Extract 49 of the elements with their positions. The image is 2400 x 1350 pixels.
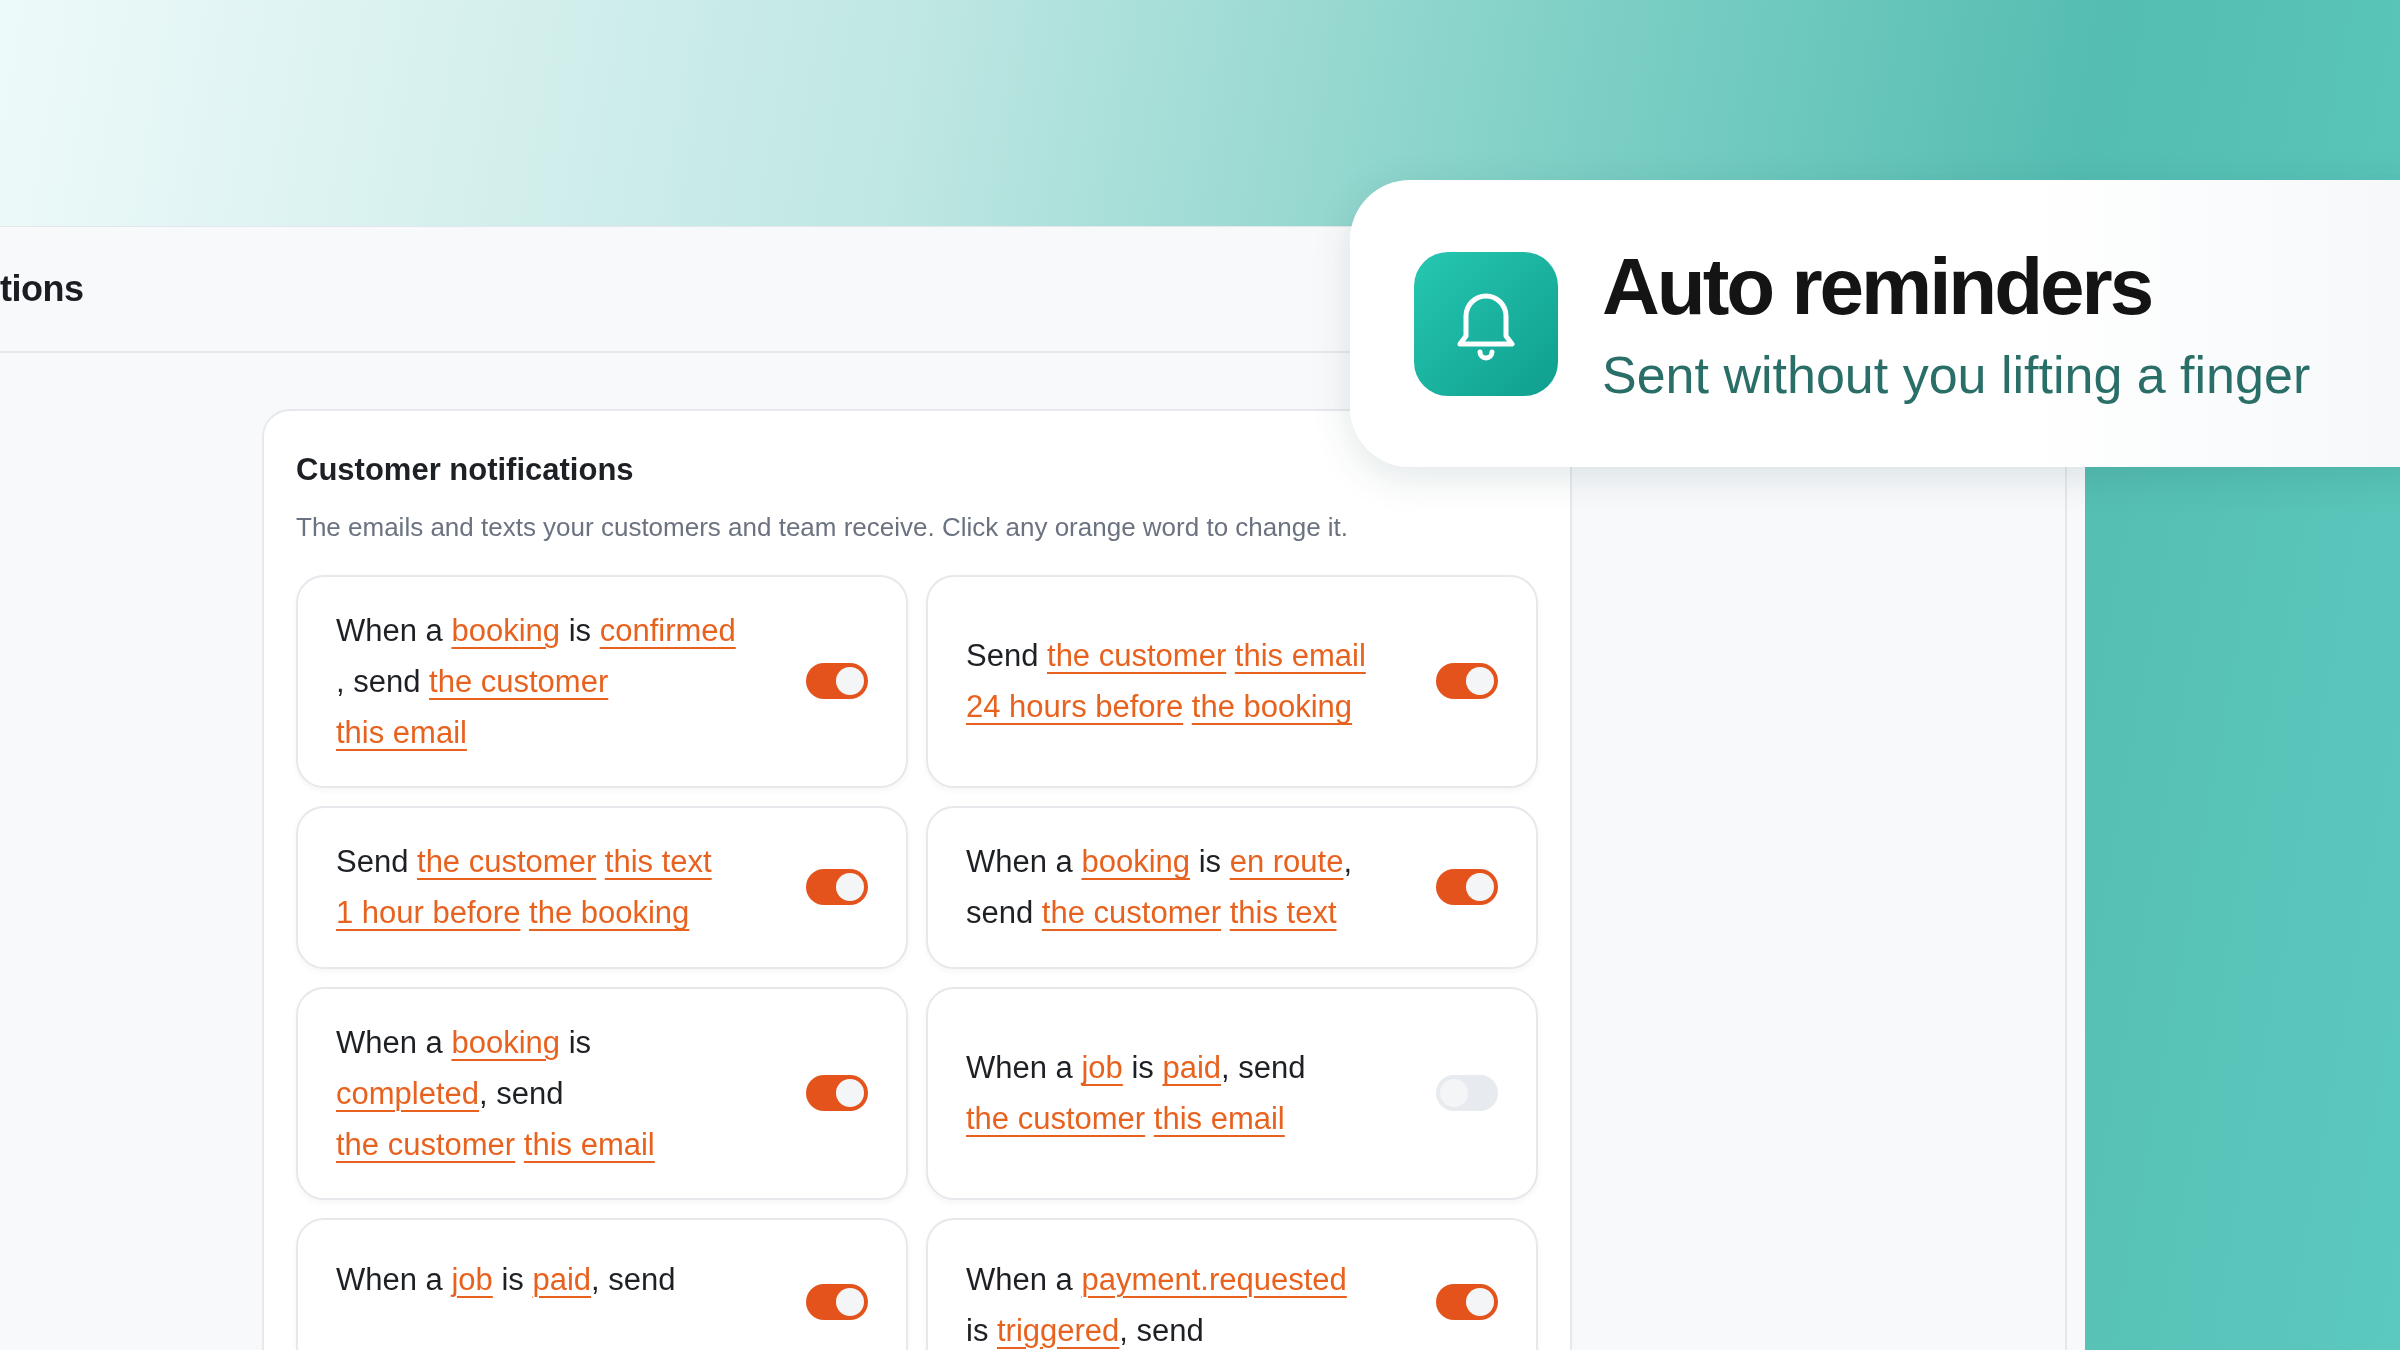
rule-sentence: When a job is paid, send the customer this email <box>966 1049 1306 1138</box>
rule-link[interactable]: booking <box>1081 844 1191 879</box>
rule-link[interactable]: this text <box>604 844 712 879</box>
section-title: Customer notifications <box>296 451 635 489</box>
section-description: The emails and texts your customers and team receive. Click any orange word to change it. <box>296 510 1350 544</box>
toggle-switch[interactable] <box>806 663 868 699</box>
rule-link[interactable]: the booking <box>529 895 690 930</box>
rule-sentence: When a booking is en route, send the customer this text <box>966 843 1353 932</box>
rule-link[interactable]: 24 hours before <box>966 689 1184 724</box>
rule-link[interactable]: completed <box>336 1075 480 1111</box>
rule-link[interactable]: the customer <box>966 1101 1146 1136</box>
toggle-switch[interactable] <box>806 869 868 905</box>
rule-link[interactable]: en route <box>1229 844 1344 879</box>
rule-sentence: Send the customer this email 24 hours before the booking <box>966 637 1366 726</box>
rule-link[interactable]: this text <box>1229 895 1337 930</box>
rule-link[interactable]: job <box>451 1261 493 1297</box>
rule-link[interactable]: the customer <box>429 663 609 699</box>
toggle-switch[interactable] <box>1436 869 1498 905</box>
rule-link[interactable]: booking <box>451 1024 561 1060</box>
rule-link[interactable]: this email <box>1153 1101 1285 1136</box>
rule-sentence: When a payment.requested is triggered, send <box>966 1260 1347 1350</box>
rule-link[interactable]: this email <box>336 714 467 750</box>
rule-link[interactable]: the customer <box>336 1126 516 1162</box>
rule-link[interactable]: this email <box>523 1126 655 1162</box>
rule-link[interactable]: the customer <box>1047 638 1227 673</box>
page-title: tions <box>0 267 84 311</box>
rule-link[interactable]: triggered <box>997 1312 1120 1348</box>
rule-link[interactable]: this email <box>1234 638 1366 673</box>
rule-link[interactable]: job <box>1081 1050 1123 1085</box>
toggle-switch[interactable] <box>1436 1283 1498 1320</box>
rule-link[interactable]: confirmed <box>599 612 736 648</box>
rule-link[interactable]: 1 hour before <box>336 895 521 930</box>
rule-sentence: When a job is paid, send <box>336 1260 676 1299</box>
rule-link[interactable]: the customer <box>417 844 597 879</box>
rule-link[interactable]: payment.requested <box>1081 1261 1347 1297</box>
rule-sentence: When a booking is confirmed , send the customer this email <box>336 611 736 752</box>
rule-link[interactable]: paid <box>532 1261 592 1297</box>
bell-icon <box>1414 251 1558 396</box>
rule-link[interactable]: booking <box>451 612 561 648</box>
toggle-switch[interactable] <box>806 1075 868 1111</box>
rule-sentence: Send the customer this text 1 hour before the booking <box>336 843 712 932</box>
callout-title: Auto reminders <box>1602 246 2153 327</box>
rule-sentence: When a booking is completed, send the customer this email <box>336 1023 655 1164</box>
toggle-switch[interactable] <box>1436 663 1498 699</box>
rule-link[interactable]: the customer <box>1041 895 1222 930</box>
rule-link[interactable]: the booking <box>1191 689 1353 724</box>
toggle-switch[interactable] <box>1436 1075 1498 1111</box>
rule-link[interactable]: paid <box>1162 1050 1222 1085</box>
toggle-switch[interactable] <box>806 1283 868 1320</box>
